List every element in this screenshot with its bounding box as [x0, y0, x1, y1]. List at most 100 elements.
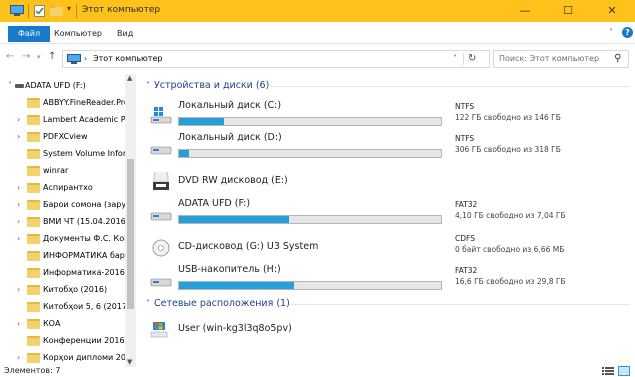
expand-chevron-icon[interactable]: ›	[17, 217, 20, 226]
expand-chevron-icon[interactable]: ›	[17, 132, 20, 141]
sidebar-item-label: Lambert Academic Pub	[43, 115, 125, 124]
folder-icon	[27, 319, 40, 329]
sidebar-item-label: ИНФОРМАТИКА барс	[43, 251, 125, 260]
drive-item[interactable]: CD-дисковод (G:) U3 System CDFS 0 байт сво…	[146, 232, 626, 262]
recent-locations-icon[interactable]: ▾	[37, 53, 41, 61]
computer-icon	[10, 5, 24, 16]
drive-item[interactable]: ADATA UFD (F:) FAT32 4,10 ГБ свободно из 7…	[146, 198, 626, 228]
network-location-item[interactable]: User (win-kg3l3q8o5pv)	[150, 321, 350, 341]
drive-free-space: 16,6 ГБ свободно из 29,8 ГБ	[455, 277, 566, 286]
collapse-chevron-icon[interactable]: ˅	[146, 81, 150, 90]
status-bar: Элементов: 7	[0, 365, 635, 377]
sidebar-item[interactable]: winrar	[0, 163, 125, 180]
customize-quick-access-icon[interactable]: ▾	[67, 4, 71, 13]
sidebar-item[interactable]: Китобҳои 5, 6 (2017)	[0, 299, 125, 316]
expand-chevron-icon[interactable]: ›	[17, 353, 20, 362]
drive-item[interactable]: USB-накопитель (H:) FAT32 16,6 ГБ свободно…	[146, 264, 626, 294]
expand-chevron-icon[interactable]: ›	[17, 285, 20, 294]
folder-icon	[27, 353, 40, 363]
drive-item[interactable]: Локальный диск (D:) NTFS 306 ГБ свободно и…	[146, 132, 626, 162]
sidebar-item[interactable]: › Lambert Academic Pub	[0, 112, 125, 129]
address-bar[interactable]: › Этот компьютер ˅ ↻	[62, 50, 490, 68]
sidebar-item[interactable]: Информатика-2016	[0, 265, 125, 282]
folder-icon	[27, 302, 40, 312]
tab-computer[interactable]: Компьютер	[46, 26, 110, 42]
close-button[interactable]: ✕	[594, 0, 630, 22]
back-arrow-icon[interactable]: ←	[6, 51, 14, 62]
group-header-devices[interactable]: ˅ Устройства и диски (6)	[146, 80, 269, 91]
breadcrumb-chevron-icon[interactable]: ›	[84, 54, 87, 63]
breadcrumb[interactable]: Этот компьютер	[93, 54, 162, 63]
up-arrow-icon[interactable]: ↑	[48, 51, 56, 62]
sidebar-item[interactable]: ABBYY.FineReader.Prof	[0, 95, 125, 112]
search-icon[interactable]: ⚲	[614, 53, 621, 64]
quick-access-separator	[28, 4, 29, 18]
properties-icon[interactable]	[34, 5, 45, 17]
maximize-button[interactable]: ☐	[550, 0, 586, 22]
drive-usage-fill	[179, 118, 224, 125]
sidebar-item[interactable]: › Барои сомона (зарур)	[0, 197, 125, 214]
expand-ribbon-icon[interactable]: ˅	[609, 28, 613, 37]
address-dropdown-icon[interactable]: ˅	[453, 54, 457, 63]
window-title: Этот компьютер	[82, 5, 161, 15]
tiles-view-icon[interactable]	[618, 366, 630, 376]
navigation-bar: ← → ▾ ↑ › Этот компьютер ˅ ↻ Поиск: Этот…	[0, 48, 635, 70]
expand-chevron-icon[interactable]: ›	[17, 115, 20, 124]
tab-view[interactable]: Вид	[109, 26, 141, 42]
sidebar-item-label: ABBYY.FineReader.Prof	[43, 98, 125, 107]
help-icon[interactable]: ?	[622, 27, 633, 38]
minimize-button[interactable]: —	[507, 0, 543, 22]
item-count: Элементов: 7	[4, 366, 61, 375]
sidebar-item-label: ВМИ ЧТ (15.04.2016)	[43, 217, 125, 226]
group-divider	[268, 86, 630, 87]
refresh-icon[interactable]: ↻	[468, 53, 476, 64]
drive-filesystem: FAT32	[455, 200, 478, 209]
expand-chevron-icon[interactable]: ›	[17, 319, 20, 328]
expand-chevron-icon[interactable]: ˅	[8, 81, 12, 90]
expand-chevron-icon[interactable]: ›	[17, 200, 20, 209]
folder-icon	[27, 268, 40, 278]
dvd-drive-icon	[153, 172, 169, 190]
scroll-up-icon[interactable]: ▲	[127, 74, 132, 82]
hard-drive-icon	[150, 146, 172, 155]
drive-item[interactable]: Локальный диск (C:) NTFS 122 ГБ свободно и…	[146, 100, 626, 130]
drive-name: USB-накопитель (H:)	[178, 264, 281, 275]
details-view-icon[interactable]	[602, 366, 614, 376]
sidebar-item[interactable]: › Документы Ф.С. Коми	[0, 231, 125, 248]
folder-icon	[27, 336, 40, 346]
drive-usage-bar	[178, 281, 442, 290]
folder-icon	[27, 166, 40, 176]
sidebar-item[interactable]: System Volume Inform	[0, 146, 125, 163]
cd-drive-icon	[152, 239, 170, 257]
group-header-label: Сетевые расположения (1)	[154, 298, 290, 309]
sidebar-item[interactable]: › Аспирантхо	[0, 180, 125, 197]
sidebar-item[interactable]: › ВМИ ЧТ (15.04.2016)	[0, 214, 125, 231]
sidebar-item-label: Аспирантхо	[43, 183, 93, 192]
new-folder-icon[interactable]	[50, 5, 63, 17]
drive-name: CD-дисковод (G:) U3 System	[178, 241, 319, 252]
drive-usage-fill	[179, 150, 190, 157]
folder-icon	[27, 183, 40, 193]
expand-chevron-icon[interactable]: ›	[17, 234, 20, 243]
usb-drive-icon	[150, 278, 172, 287]
folder-icon	[27, 217, 40, 227]
sidebar-item[interactable]: › PDFXCview	[0, 129, 125, 146]
folder-icon	[27, 98, 40, 108]
sidebar-item-label: ADATA UFD (F:)	[25, 81, 86, 90]
sidebar-item[interactable]: › Китобҳо (2016)	[0, 282, 125, 299]
sidebar-item[interactable]: › КОА	[0, 316, 125, 333]
sidebar-item[interactable]: ИНФОРМАТИКА барс	[0, 248, 125, 265]
folder-icon	[27, 251, 40, 261]
collapse-chevron-icon[interactable]: ˅	[146, 299, 150, 308]
drive-item[interactable]: DVD RW дисковод (E:)	[146, 166, 626, 196]
scrollbar-thumb[interactable]	[127, 159, 134, 309]
forward-arrow-icon[interactable]: →	[22, 51, 30, 62]
sidebar-item-root[interactable]: ˅ ADATA UFD (F:)	[0, 78, 125, 95]
tab-file[interactable]: Файл	[8, 26, 51, 42]
drive-free-space: 4,10 ГБ свободно из 7,04 ГБ	[455, 211, 566, 220]
search-input[interactable]: Поиск: Этот компьютер ⚲	[493, 50, 629, 68]
expand-chevron-icon[interactable]: ›	[17, 183, 20, 192]
group-header-network[interactable]: ˅ Сетевые расположения (1)	[146, 298, 290, 309]
sidebar-item[interactable]: Конференции 2016	[0, 333, 125, 350]
sidebar-scrollbar[interactable]: ▲ ▼	[125, 74, 136, 367]
